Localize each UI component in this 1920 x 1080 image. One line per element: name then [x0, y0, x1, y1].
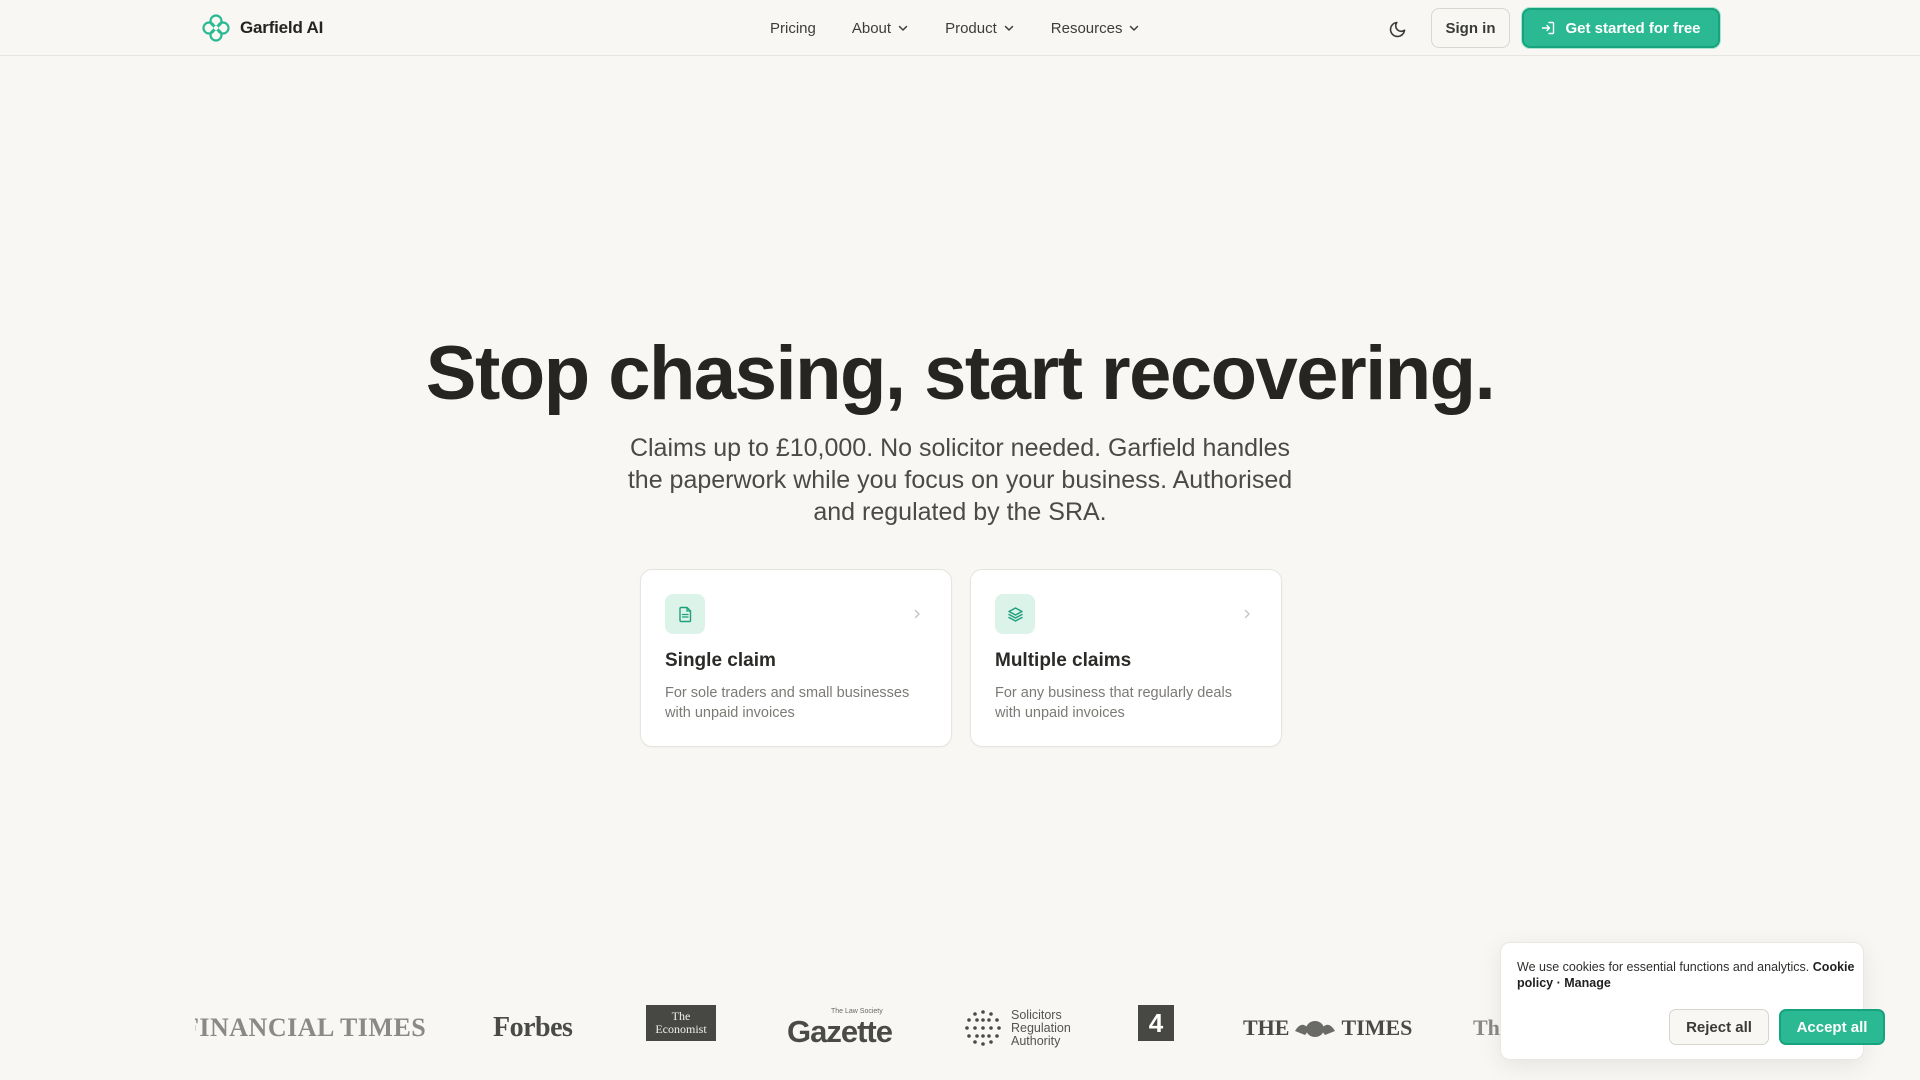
sign-in-icon — [1542, 21, 1555, 35]
sra-line-1: Solicitors — [1011, 1007, 1062, 1022]
multiple-claims-card[interactable]: Multiple claims For any business that re… — [970, 569, 1282, 747]
the-times-logo-partial: Th — [1473, 1015, 1500, 1040]
times-crest-icon — [1295, 1021, 1336, 1037]
gazette-text: Gazette — [787, 1014, 893, 1049]
sign-in-button[interactable]: Sign in — [1431, 8, 1510, 48]
the-times-logo: THE TIMES — [1243, 1000, 1412, 1056]
accept-all-button[interactable]: Accept all — [1779, 1009, 1885, 1045]
sra-logo: Solicitors Regulation Authority — [963, 1000, 1071, 1056]
times-right: TIMES — [1341, 1015, 1413, 1040]
times-left: THE — [1243, 1015, 1290, 1040]
sra-line-3: Authority — [1011, 1033, 1061, 1048]
single-claim-card[interactable]: Single claim For sole traders and small … — [640, 569, 952, 747]
nav-item-resources[interactable]: Resources — [1051, 20, 1141, 37]
cookie-message: We use cookies for essential functions a… — [1517, 959, 1857, 991]
get-started-button[interactable]: Get started for free — [1522, 8, 1720, 48]
nav-item-label: Pricing — [770, 19, 816, 37]
chevron-down-icon — [1130, 25, 1139, 31]
hero-subtitle: Claims up to £10,000. No solicitor neede… — [627, 434, 1293, 526]
nav-item-about[interactable]: About — [852, 20, 909, 37]
gazette-logo: The Law Society Gazette — [787, 1000, 893, 1056]
economist-line-2: Economist — [655, 1022, 707, 1036]
chevron-right-icon — [914, 609, 920, 619]
card-title: Single claim — [665, 650, 776, 671]
navbar: Garfield AI Pricing About Product Resour… — [0, 0, 1920, 56]
cookie-banner: We use cookies for essential functions a… — [1500, 942, 1885, 1060]
card-description: For sole traders and small businesses wi… — [665, 685, 910, 721]
nav-item-label: Product — [945, 19, 997, 37]
card-icon-wrapper — [995, 594, 1035, 634]
card-description: For any business that regularly deals wi… — [995, 685, 1232, 721]
chevron-down-icon — [1004, 25, 1014, 31]
main-nav: Pricing About Product Resources — [770, 0, 1176, 56]
press-logos-strip: FINANCIAL TIMES Forbes The Economist The… — [195, 1000, 1505, 1056]
nav-item-label: About — [851, 19, 892, 37]
nav-item-product[interactable]: Product — [945, 20, 1015, 37]
cookie-separator: · — [1556, 976, 1561, 990]
nav-item-pricing[interactable]: Pricing — [770, 20, 816, 37]
economist-logo: The Economist — [646, 1005, 716, 1041]
brand-name: Garfield AI — [240, 18, 324, 37]
card-title: Multiple claims — [995, 650, 1132, 671]
chevron-right-icon — [1244, 609, 1250, 619]
hero-title: Stop chasing, start recovering. — [425, 331, 1496, 416]
brand[interactable]: Garfield AI — [200, 12, 323, 44]
cookie-manage-link[interactable]: Manage — [1564, 976, 1611, 990]
document-icon — [678, 606, 691, 622]
get-started-label: Get started for free — [1565, 19, 1701, 37]
financial-times-logo: FINANCIAL TIMES — [195, 1013, 427, 1042]
card-icon-wrapper — [665, 594, 705, 634]
chevron-down-icon — [898, 25, 908, 31]
moon-icon[interactable] — [1388, 17, 1410, 39]
garfield-logo-icon — [202, 14, 230, 42]
reject-all-button[interactable]: Reject all — [1669, 1009, 1769, 1045]
cookie-text: We use cookies for essential functions a… — [1517, 960, 1810, 974]
forbes-logo: Forbes — [493, 1012, 573, 1043]
layers-icon — [1007, 606, 1023, 622]
claim-type-cards: Single claim For sole traders and small … — [640, 569, 1282, 747]
channel-4-logo: 4 — [1138, 1005, 1174, 1041]
nav-item-label: Resources — [1050, 19, 1123, 37]
sra-text: Solicitors Regulation Authority — [1011, 1007, 1071, 1048]
sra-line-2: Regulation — [1011, 1020, 1071, 1035]
sra-dots-icon — [965, 1010, 1001, 1046]
